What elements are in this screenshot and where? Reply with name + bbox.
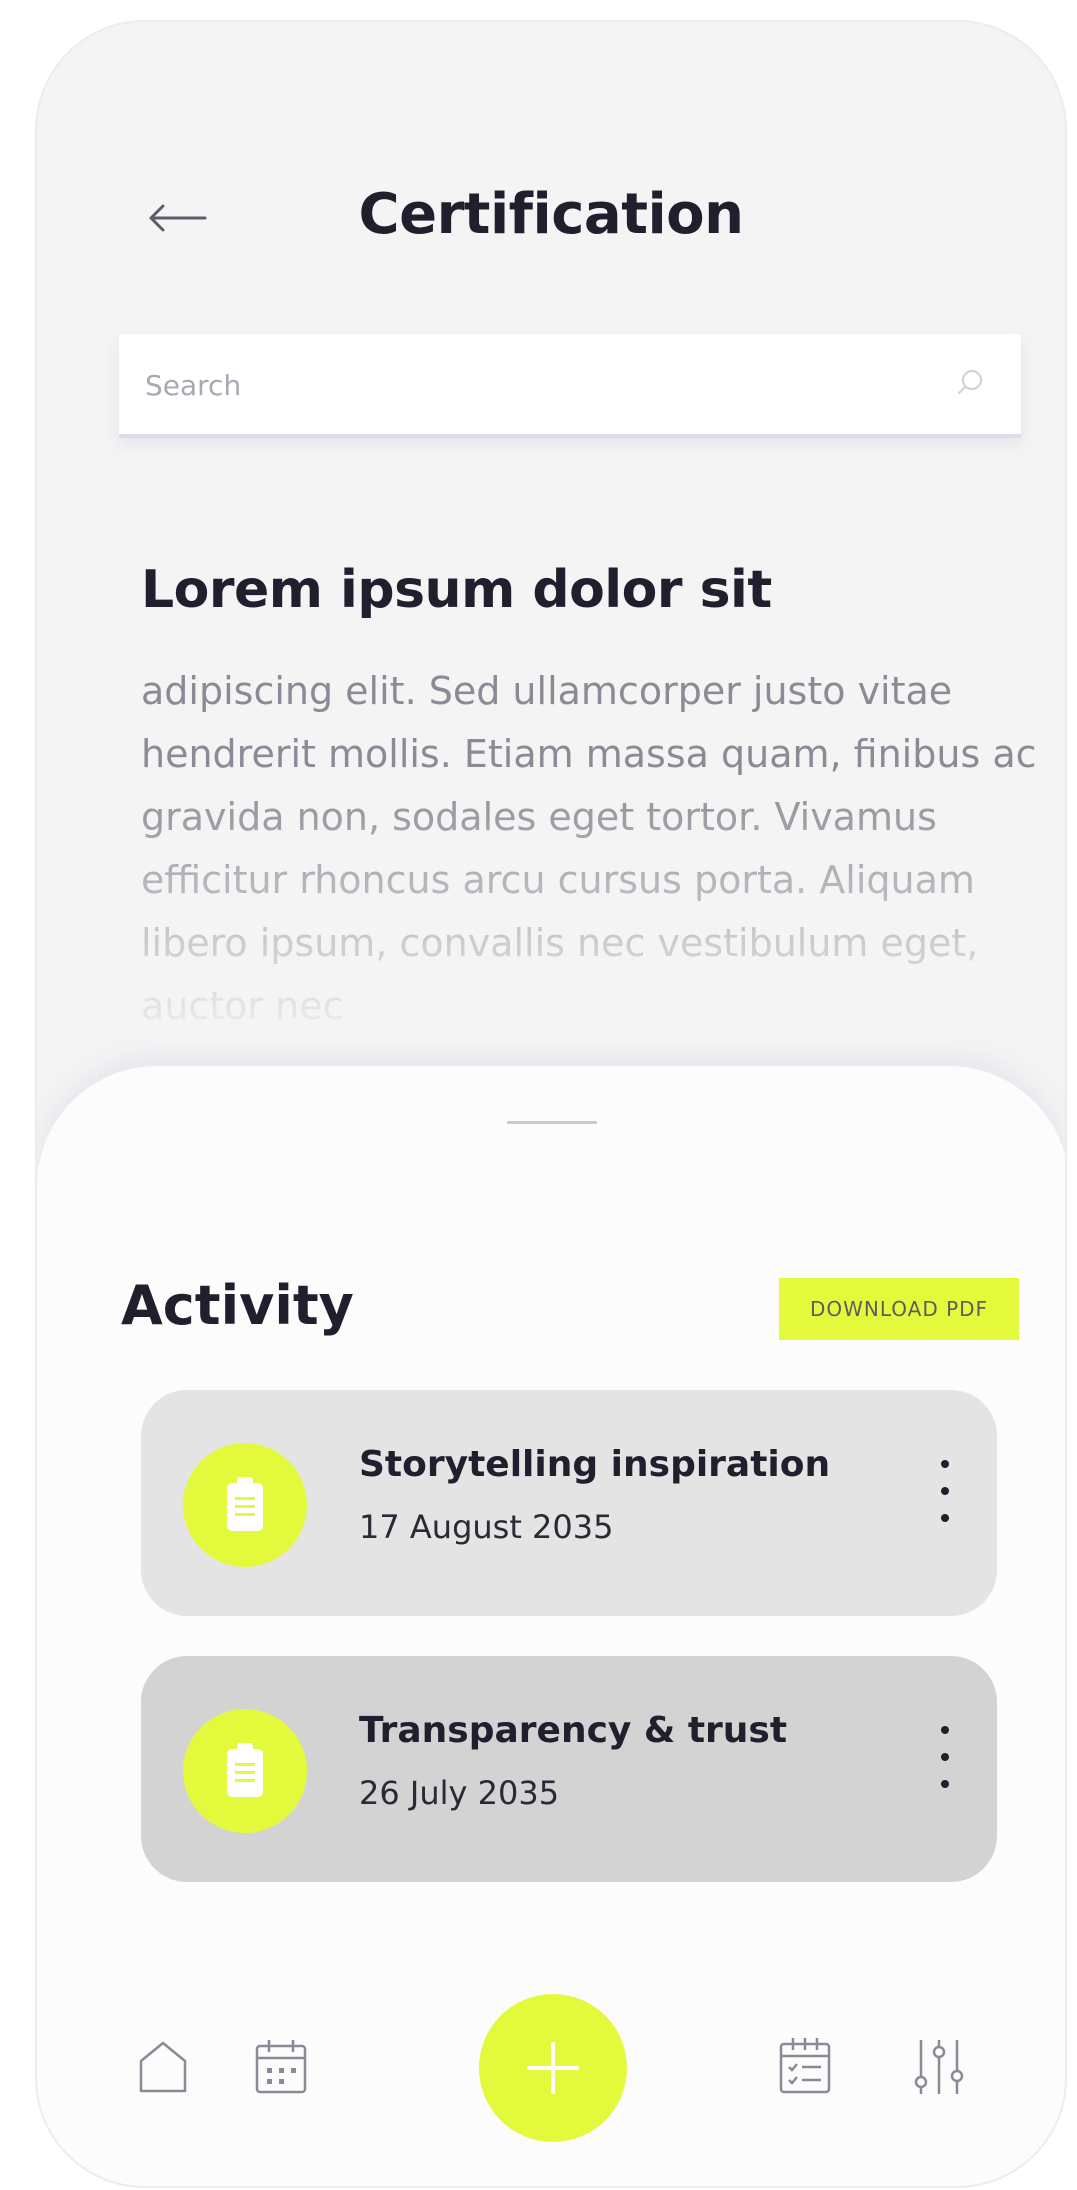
activity-date: 26 July 2035: [359, 1774, 560, 1812]
activity-title-text: Transparency & trust: [359, 1710, 788, 1751]
activity-title-text: Storytelling inspiration: [359, 1444, 831, 1485]
task-calendar-icon[interactable]: [777, 2036, 833, 2096]
intro-body: adipiscing elit. Sed ullamcorper justo v…: [141, 669, 1037, 1028]
home-icon[interactable]: [135, 2037, 191, 2097]
plus-icon: [527, 2042, 579, 2094]
download-pdf-button[interactable]: DOWNLOAD PDF: [779, 1278, 1019, 1340]
clipboard-icon: [183, 1443, 307, 1567]
more-options-icon[interactable]: [933, 1726, 957, 1808]
clipboard-icon: [183, 1709, 307, 1833]
search-input[interactable]: [143, 362, 927, 408]
activity-card[interactable]: Transparency & trust 26 July 2035: [141, 1656, 997, 1882]
app-screen: Certification Lorem ipsum dolor sit adip…: [35, 20, 1067, 2188]
more-options-icon[interactable]: [933, 1460, 957, 1542]
activity-date: 17 August 2035: [359, 1508, 614, 1546]
search-icon[interactable]: [955, 368, 985, 398]
add-button[interactable]: [479, 1994, 627, 2142]
activity-title: Activity: [121, 1274, 354, 1337]
search-bar[interactable]: [119, 334, 1021, 438]
intro-heading: Lorem ipsum dolor sit: [141, 560, 772, 620]
calendar-icon[interactable]: [253, 2038, 309, 2096]
activity-card[interactable]: Storytelling inspiration 17 August 2035: [141, 1390, 997, 1616]
sheet-drag-handle[interactable]: [507, 1121, 597, 1124]
page-title: Certification: [358, 182, 744, 247]
filters-icon[interactable]: [911, 2036, 967, 2098]
